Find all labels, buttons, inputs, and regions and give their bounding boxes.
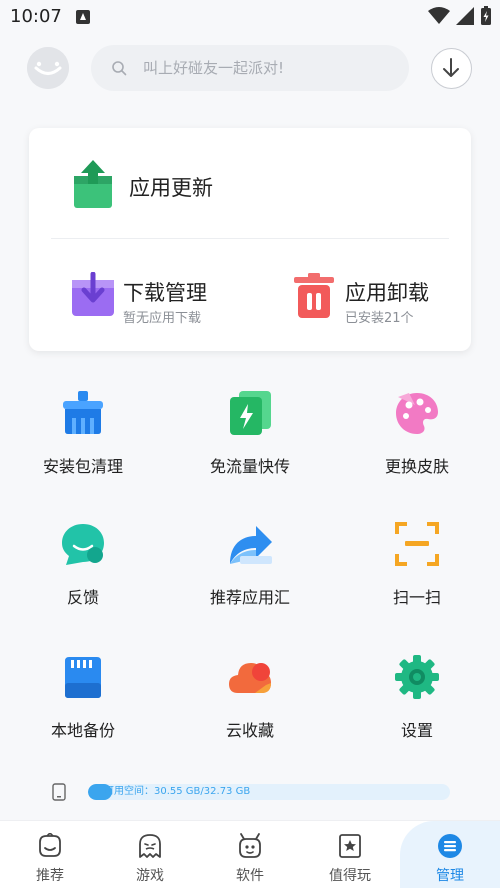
status-indicators [428, 6, 492, 26]
scan-icon [395, 522, 439, 566]
smiley-face-icon [27, 47, 69, 89]
tab-recommend[interactable]: 推荐 [0, 821, 100, 888]
tab-games[interactable]: 游戏 [100, 821, 200, 888]
local-backup-item[interactable]: 本地备份 [0, 655, 166, 775]
tab-software[interactable]: 软件 [200, 821, 300, 888]
download-manager-icon [72, 272, 114, 316]
recommend-apps-label: 推荐应用汇 [209, 588, 290, 607]
signal-icon [456, 7, 474, 25]
cloud-favorites-label: 云收藏 [225, 721, 274, 740]
scan-label: 扫一扫 [392, 588, 441, 607]
feedback-item[interactable]: 反馈 [0, 522, 166, 642]
settings-label: 设置 [400, 721, 433, 740]
bolt-transfer-icon [230, 391, 271, 435]
share-arrow-icon [230, 526, 272, 564]
app-update-entry[interactable]: 应用更新 [29, 128, 471, 238]
local-backup-label: 本地备份 [50, 721, 115, 740]
feedback-bubble-icon [62, 524, 104, 565]
change-skin-item[interactable]: 更换皮肤 [334, 391, 500, 511]
tab-worth-playing-label: 值得玩 [329, 868, 371, 884]
search-icon [112, 61, 127, 76]
cloud-icon [229, 663, 271, 693]
avatar[interactable] [27, 47, 69, 89]
palette-icon [396, 393, 438, 434]
tab-software-label: 软件 [236, 868, 264, 884]
tab-manage[interactable]: 管理 [400, 821, 500, 888]
download-manager-entry[interactable]: 下载管理 暂无应用下载 [29, 239, 250, 351]
app-uninstall-entry[interactable]: 应用卸载 已安装21个 [250, 239, 471, 351]
bookmark-star-icon [339, 834, 361, 858]
tab-games-label: 游戏 [136, 868, 164, 884]
change-skin-label: 更换皮肤 [384, 457, 449, 476]
storage-text: 可用空间：30.55 GB/32.73 GB [104, 786, 251, 797]
package-cleanup-item[interactable]: 安装包清理 [0, 391, 166, 511]
manage-icon [438, 834, 462, 858]
app-update-title: 应用更新 [129, 176, 213, 200]
sd-card-icon [65, 657, 101, 698]
download-manager-title: 下载管理 [123, 281, 207, 305]
scan-item[interactable]: 扫一扫 [334, 522, 500, 642]
phone-storage-icon [52, 783, 66, 801]
brush-icon [63, 391, 103, 434]
tab-manage-label: 管理 [436, 868, 464, 884]
app-uninstall-subtitle: 已安装21个 [345, 311, 414, 326]
bottom-navigation: 推荐 游戏 软件 值得玩 管理 [0, 820, 500, 888]
game-ghost-icon [139, 834, 161, 858]
search-bar[interactable]: 叫上好碰友一起派对! [91, 45, 409, 91]
free-transfer-item[interactable]: 免流量快传 [167, 391, 333, 511]
notification-app-icon [76, 10, 90, 24]
software-robot-icon [239, 833, 261, 858]
wifi-icon [428, 7, 450, 24]
search-input[interactable]: 叫上好碰友一起派对! [143, 45, 284, 91]
feedback-label: 反馈 [66, 588, 99, 607]
settings-item[interactable]: 设置 [334, 655, 500, 775]
app-update-icon [74, 160, 112, 208]
status-bar: 10:07 [0, 0, 500, 34]
package-cleanup-label: 安装包清理 [42, 457, 123, 476]
recommend-apps-item[interactable]: 推荐应用汇 [167, 522, 333, 642]
status-time: 10:07 [10, 6, 62, 27]
recommend-face-icon [39, 833, 61, 857]
storage-progress-bar: 可用空间：30.55 GB/32.73 GB [88, 784, 450, 800]
gear-icon [395, 655, 439, 699]
download-button[interactable] [431, 48, 472, 89]
app-uninstall-title: 应用卸载 [345, 281, 429, 305]
app-uninstall-icon [294, 273, 334, 318]
tab-worth-playing[interactable]: 值得玩 [300, 821, 400, 888]
tab-recommend-label: 推荐 [36, 868, 64, 884]
free-transfer-label: 免流量快传 [209, 457, 290, 476]
cloud-favorites-item[interactable]: 云收藏 [167, 655, 333, 775]
management-card: 应用更新 下载管理 暂无应用下载 应用卸载 已安装21个 [29, 128, 471, 351]
download-manager-subtitle: 暂无应用下载 [123, 311, 202, 326]
battery-icon [481, 6, 491, 25]
download-arrow-icon [443, 58, 459, 77]
